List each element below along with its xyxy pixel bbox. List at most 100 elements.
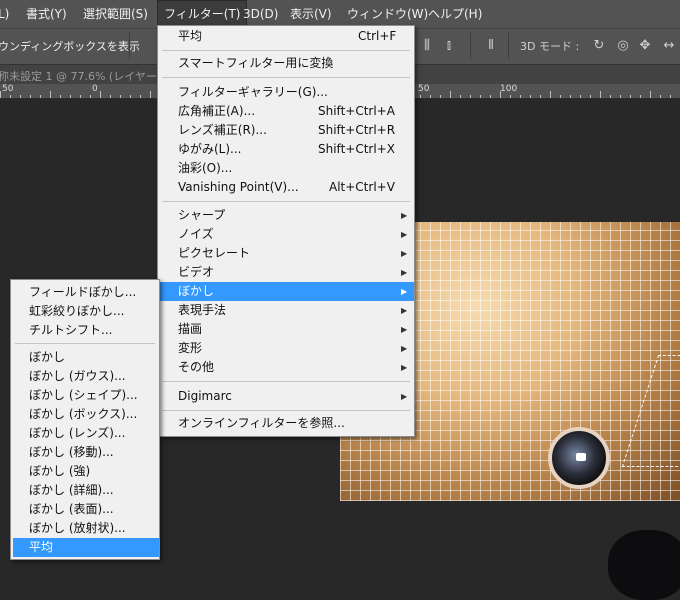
submenu-arrow-icon: ▶: [401, 325, 408, 334]
ruler-tick: [650, 91, 651, 98]
menu-item-motion-blur[interactable]: ぼかし (移動)...: [11, 443, 159, 462]
menu-item-stylize[interactable]: 表現手法 ▶: [158, 301, 414, 320]
ruler-tick: [460, 95, 461, 98]
3d-mode-label: 3D モード :: [520, 40, 580, 53]
menu-item-view[interactable]: 表示(V): [290, 0, 332, 28]
menu-item-digimarc[interactable]: Digimarc ▶: [158, 387, 414, 406]
auto-align-icon[interactable]: ⫴: [482, 37, 500, 55]
menu-item-adaptive-wide-angle[interactable]: 広角補正(A)... Shift+Ctrl+A: [158, 102, 414, 121]
menu-item-other[interactable]: その他 ▶: [158, 358, 414, 377]
menu-separator: [162, 77, 410, 78]
slide-3d-icon[interactable]: ↔: [660, 37, 678, 55]
menu-item-iris-blur[interactable]: 虹彩絞りぼかし...: [11, 302, 159, 321]
ruler-tick: [530, 95, 531, 98]
menu-item-smart-blur[interactable]: ぼかし (詳細)...: [11, 481, 159, 500]
menu-item-distort[interactable]: 変形 ▶: [158, 339, 414, 358]
menu-item-blur[interactable]: ぼかし ▶: [158, 282, 414, 301]
menu-item-filter-gallery[interactable]: フィルターギャラリー(G)...: [158, 83, 414, 102]
ruler-tick: [620, 95, 621, 98]
ruler-tick: [50, 91, 51, 98]
ruler-tick: [570, 95, 571, 98]
ruler-tick: [0, 91, 1, 98]
document-tab[interactable]: 称未設定 1 @ 77.6% (レイヤー: [0, 68, 157, 84]
submenu-arrow-icon: ▶: [401, 392, 408, 401]
menu-separator: [162, 410, 410, 411]
ruler-number: 0: [92, 84, 98, 94]
menu-item-lens-blur[interactable]: ぼかし (レンズ)...: [11, 424, 159, 443]
submenu-arrow-icon: ▶: [401, 230, 408, 239]
menu-item-noise[interactable]: ノイズ ▶: [158, 225, 414, 244]
menu-item-oil-paint[interactable]: 油彩(O)...: [158, 159, 414, 178]
ruler-tick: [510, 95, 511, 98]
menu-item-average[interactable]: 平均: [13, 538, 159, 557]
ruler-tick: [120, 95, 121, 98]
menu-separator: [15, 343, 155, 344]
menu-separator: [162, 201, 410, 202]
ruler-number: 100: [500, 84, 518, 94]
ruler-tick: [90, 95, 91, 98]
menu-item-blur-more[interactable]: ぼかし (強): [11, 462, 159, 481]
ruler-number: 50: [418, 84, 430, 94]
menu-item-radial-blur[interactable]: ぼかし (放射状)...: [11, 519, 159, 538]
menu-item-3d[interactable]: 3D(D): [243, 0, 278, 28]
menu-item-vanishing-point[interactable]: Vanishing Point(V)... Alt+Ctrl+V: [158, 178, 414, 197]
menu-item-type[interactable]: 書式(Y): [26, 0, 67, 28]
submenu-arrow-icon: ▶: [401, 211, 408, 220]
ruler-tick: [110, 95, 111, 98]
menu-item-surface-blur[interactable]: ぼかし (表面)...: [11, 500, 159, 519]
ruler-tick: [590, 95, 591, 98]
ruler-tick: [20, 95, 21, 98]
menu-item-render[interactable]: 描画 ▶: [158, 320, 414, 339]
ruler-tick: [420, 95, 421, 98]
ruler-tick: [40, 95, 41, 98]
orbit-3d-icon[interactable]: ↻: [590, 37, 608, 55]
menu-item-box-blur[interactable]: ぼかし (ボックス)...: [11, 405, 159, 424]
menu-item-layer[interactable]: L): [0, 0, 9, 28]
submenu-arrow-icon: ▶: [401, 249, 408, 258]
menu-separator: [162, 381, 410, 382]
filter-menu: 平均 Ctrl+F スマートフィルター用に変換 フィルターギャラリー(G)...…: [157, 25, 415, 437]
ruler-tick: [630, 95, 631, 98]
show-bounding-box-label[interactable]: ウンディングボックスを表示: [0, 38, 140, 54]
menu-item-browse-filters-online[interactable]: オンラインフィルターを参照...: [158, 414, 414, 433]
menu-item-convert-smart-filter[interactable]: スマートフィルター用に変換: [158, 54, 414, 73]
menu-item-video[interactable]: ビデオ ▶: [158, 263, 414, 282]
ruler-tick: [500, 91, 501, 98]
ruler-tick: [150, 91, 151, 98]
ruler-tick: [550, 91, 551, 98]
menu-item-tilt-shift[interactable]: チルトシフト...: [11, 321, 159, 340]
menu-item-sharpen[interactable]: シャープ ▶: [158, 206, 414, 225]
ruler-tick: [80, 95, 81, 98]
ruler-tick: [470, 95, 471, 98]
menu-item-gaussian-blur[interactable]: ぼかし (ガウス)...: [11, 367, 159, 386]
ruler-tick: [60, 95, 61, 98]
ruler-tick: [600, 91, 601, 98]
menu-item-average-last-filter[interactable]: 平均 Ctrl+F: [158, 27, 414, 46]
menu-item-shape-blur[interactable]: ぼかし (シェイプ)...: [11, 386, 159, 405]
toolbar-divider: [508, 33, 509, 59]
pan-3d-icon[interactable]: ✥: [636, 37, 654, 55]
submenu-arrow-icon: ▶: [401, 268, 408, 277]
distribute-icon[interactable]: ⫾: [440, 37, 458, 55]
ruler-tick: [450, 91, 451, 98]
menu-item-liquify[interactable]: ゆがみ(L)... Shift+Ctrl+X: [158, 140, 414, 159]
ruler-number: 50: [2, 84, 14, 94]
ruler-tick: [490, 95, 491, 98]
ruler-tick: [70, 95, 71, 98]
submenu-arrow-icon: ▶: [401, 344, 408, 353]
roll-3d-icon[interactable]: ◎: [614, 37, 632, 55]
menu-separator: [162, 50, 410, 51]
ruler-tick: [130, 95, 131, 98]
menu-item-lens-correction[interactable]: レンズ補正(R)... Shift+Ctrl+R: [158, 121, 414, 140]
menu-item-window[interactable]: ウィンドウ(W): [347, 0, 428, 28]
ruler-tick: [640, 95, 641, 98]
dog-eye: [548, 427, 610, 489]
menu-item-pixelate[interactable]: ピクセレート ▶: [158, 244, 414, 263]
menu-item-field-blur[interactable]: フィールドぼかし...: [11, 283, 159, 302]
menu-item-filter[interactable]: フィルター(T): [157, 0, 248, 28]
menu-item-help[interactable]: ヘルプ(H): [428, 0, 482, 28]
menu-item-select[interactable]: 選択範囲(S): [83, 0, 148, 28]
align-icon[interactable]: ⫼: [418, 37, 436, 55]
ruler-tick: [30, 95, 31, 98]
menu-item-blur-basic[interactable]: ぼかし: [11, 348, 159, 367]
